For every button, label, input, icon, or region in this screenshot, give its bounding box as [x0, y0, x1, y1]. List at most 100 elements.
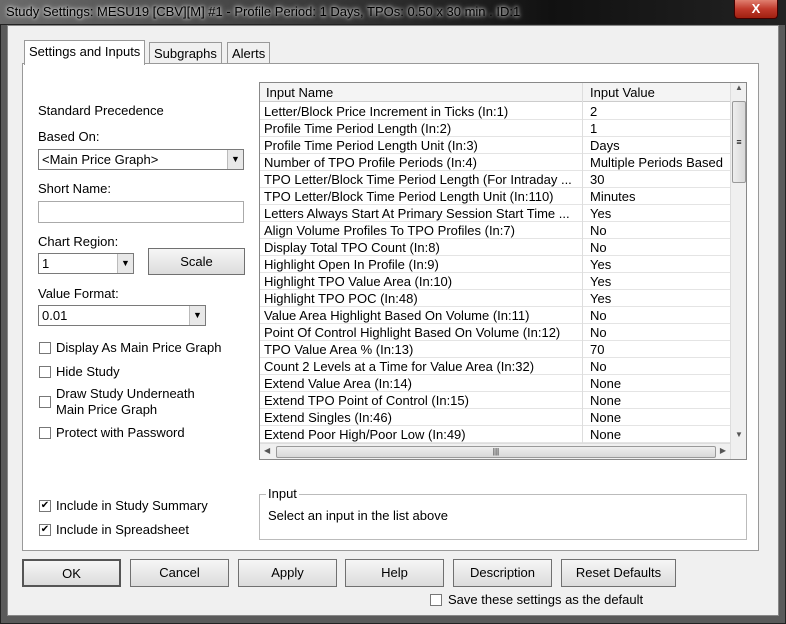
apply-button[interactable]: Apply	[238, 559, 337, 587]
input-name-cell: Highlight TPO POC (In:48)	[264, 291, 418, 306]
table-row[interactable]: Count 2 Levels at a Time for Value Area …	[260, 358, 730, 375]
draw-underneath-label: Draw Study Underneath	[56, 386, 195, 401]
hscroll-thumb[interactable]: |||	[276, 446, 716, 458]
input-name-cell: Letters Always Start At Primary Session …	[264, 206, 570, 221]
input-value-cell[interactable]: 30	[590, 172, 730, 187]
scroll-down-icon[interactable]: ▼	[731, 430, 746, 439]
include-summary-label: Include in Study Summary	[56, 498, 208, 513]
tab-subgraphs[interactable]: Subgraphs	[149, 42, 222, 64]
protect-password-label: Protect with Password	[56, 425, 185, 440]
input-value-cell[interactable]: Multiple Periods Based	[590, 155, 730, 170]
scale-button[interactable]: Scale	[148, 248, 245, 275]
draw-underneath-checkbox[interactable]	[39, 396, 51, 408]
input-name-cell: Point Of Control Highlight Based On Volu…	[264, 325, 561, 340]
scroll-up-icon[interactable]: ▲	[731, 83, 746, 92]
input-value-cell[interactable]: No	[590, 240, 730, 255]
table-row[interactable]: Extend Poor High/Poor Low (In:49) None	[260, 426, 730, 443]
hide-study-label: Hide Study	[56, 364, 120, 379]
table-row[interactable]: Highlight TPO POC (In:48) Yes	[260, 290, 730, 307]
input-value-cell[interactable]: None	[590, 427, 730, 442]
input-name-cell: Count 2 Levels at a Time for Value Area …	[264, 359, 535, 374]
scroll-thumb[interactable]: ≡	[732, 101, 746, 183]
cancel-button[interactable]: Cancel	[130, 559, 229, 587]
close-button[interactable]: X	[734, 0, 778, 19]
table-row[interactable]: TPO Letter/Block Time Period Length (For…	[260, 171, 730, 188]
table-row[interactable]: Letters Always Start At Primary Session …	[260, 205, 730, 222]
input-name-cell: TPO Letter/Block Time Period Length (For…	[264, 172, 572, 187]
scroll-left-icon[interactable]: ◀	[264, 446, 270, 455]
table-row[interactable]: Display Total TPO Count (In:8) No	[260, 239, 730, 256]
input-value-cell[interactable]: Yes	[590, 274, 730, 289]
short-name-label: Short Name:	[38, 181, 111, 196]
input-description-text: Select an input in the list above	[268, 508, 448, 523]
display-as-main-checkbox[interactable]	[39, 342, 51, 354]
table-row[interactable]: Profile Time Period Length Unit (In:3) Da…	[260, 137, 730, 154]
table-row[interactable]: TPO Value Area % (In:13) 70	[260, 341, 730, 358]
reset-defaults-button[interactable]: Reset Defaults	[561, 559, 676, 587]
horizontal-scrollbar[interactable]: ◀ ||| ▶	[260, 443, 730, 459]
table-row[interactable]: Highlight TPO Value Area (In:10) Yes	[260, 273, 730, 290]
table-row[interactable]: Align Volume Profiles To TPO Profiles (I…	[260, 222, 730, 239]
based-on-select[interactable]: <Main Price Graph> ▼	[38, 149, 244, 170]
input-name-cell: Highlight Open In Profile (In:9)	[264, 257, 439, 272]
input-value-cell[interactable]: 1	[590, 121, 730, 136]
table-row[interactable]: Extend Singles (In:46) None	[260, 409, 730, 426]
input-value-cell[interactable]: No	[590, 308, 730, 323]
input-name-cell: Extend Poor High/Poor Low (In:49)	[264, 427, 466, 442]
chevron-down-icon: ▼	[189, 306, 205, 325]
input-value-cell[interactable]: No	[590, 359, 730, 374]
input-name-cell: Extend TPO Point of Control (In:15)	[264, 393, 469, 408]
vertical-scrollbar[interactable]: ▲ ≡ ▼	[730, 83, 746, 459]
chart-region-select[interactable]: 1 ▼	[38, 253, 134, 274]
include-summary-checkbox[interactable]: ✔	[39, 500, 51, 512]
based-on-label: Based On:	[38, 129, 100, 144]
input-value-cell[interactable]: Minutes	[590, 189, 730, 204]
table-row[interactable]: Value Area Highlight Based On Volume (In…	[260, 307, 730, 324]
column-header-input-value[interactable]: Input Value	[590, 85, 655, 100]
input-name-cell: Highlight TPO Value Area (In:10)	[264, 274, 453, 289]
column-header-input-name[interactable]: Input Name	[266, 85, 333, 100]
include-spreadsheet-checkbox[interactable]: ✔	[39, 524, 51, 536]
input-value-cell[interactable]: None	[590, 410, 730, 425]
standard-precedence-label: Standard Precedence	[38, 103, 164, 118]
ok-button[interactable]: OK	[22, 559, 121, 587]
input-value-cell[interactable]: None	[590, 376, 730, 391]
draw-underneath-label-2: Main Price Graph	[56, 402, 158, 417]
input-name-cell: Align Volume Profiles To TPO Profiles (I…	[264, 223, 515, 238]
scroll-right-icon[interactable]: ▶	[720, 446, 726, 455]
input-value-cell[interactable]: Yes	[590, 291, 730, 306]
short-name-input[interactable]	[38, 201, 244, 223]
title-bar: Study Settings: MESU19 [CBV][M] #1 - Pro…	[0, 0, 786, 24]
table-row[interactable]: Extend TPO Point of Control (In:15) None	[260, 392, 730, 409]
table-row[interactable]: Point Of Control Highlight Based On Volu…	[260, 324, 730, 341]
input-value-cell[interactable]: None	[590, 393, 730, 408]
table-row[interactable]: Letter/Block Price Increment in Ticks (I…	[260, 103, 730, 120]
chevron-down-icon: ▼	[117, 254, 133, 273]
input-value-cell[interactable]: No	[590, 325, 730, 340]
hide-study-checkbox[interactable]	[39, 366, 51, 378]
inputs-table[interactable]: Input Name Input Value Letter/Block Pric…	[259, 82, 747, 460]
protect-password-checkbox[interactable]	[39, 427, 51, 439]
help-button[interactable]: Help	[345, 559, 444, 587]
table-row[interactable]: Highlight Open In Profile (In:9) Yes	[260, 256, 730, 273]
input-name-cell: Letter/Block Price Increment in Ticks (I…	[264, 104, 509, 119]
save-default-checkbox[interactable]	[430, 594, 442, 606]
description-button[interactable]: Description	[453, 559, 552, 587]
value-format-select[interactable]: 0.01 ▼	[38, 305, 206, 326]
table-row[interactable]: Profile Time Period Length (In:2) 1	[260, 120, 730, 137]
input-value-cell[interactable]: No	[590, 223, 730, 238]
include-spreadsheet-label: Include in Spreadsheet	[56, 522, 189, 537]
chevron-down-icon: ▼	[227, 150, 243, 169]
table-row[interactable]: TPO Letter/Block Time Period Length Unit…	[260, 188, 730, 205]
input-value-cell[interactable]: Yes	[590, 206, 730, 221]
tab-settings-and-inputs[interactable]: Settings and Inputs	[24, 40, 146, 65]
input-value-cell[interactable]: Days	[590, 138, 730, 153]
input-description-group: Input Select an input in the list above	[259, 486, 747, 540]
tab-alerts[interactable]: Alerts	[227, 42, 271, 64]
input-value-cell[interactable]: 2	[590, 104, 730, 119]
input-value-cell[interactable]: Yes	[590, 257, 730, 272]
input-value-cell[interactable]: 70	[590, 342, 730, 357]
table-row[interactable]: Number of TPO Profile Periods (In:4) Mult…	[260, 154, 730, 171]
table-row[interactable]: Extend Value Area (In:14) None	[260, 375, 730, 392]
chart-region-label: Chart Region:	[38, 234, 119, 249]
